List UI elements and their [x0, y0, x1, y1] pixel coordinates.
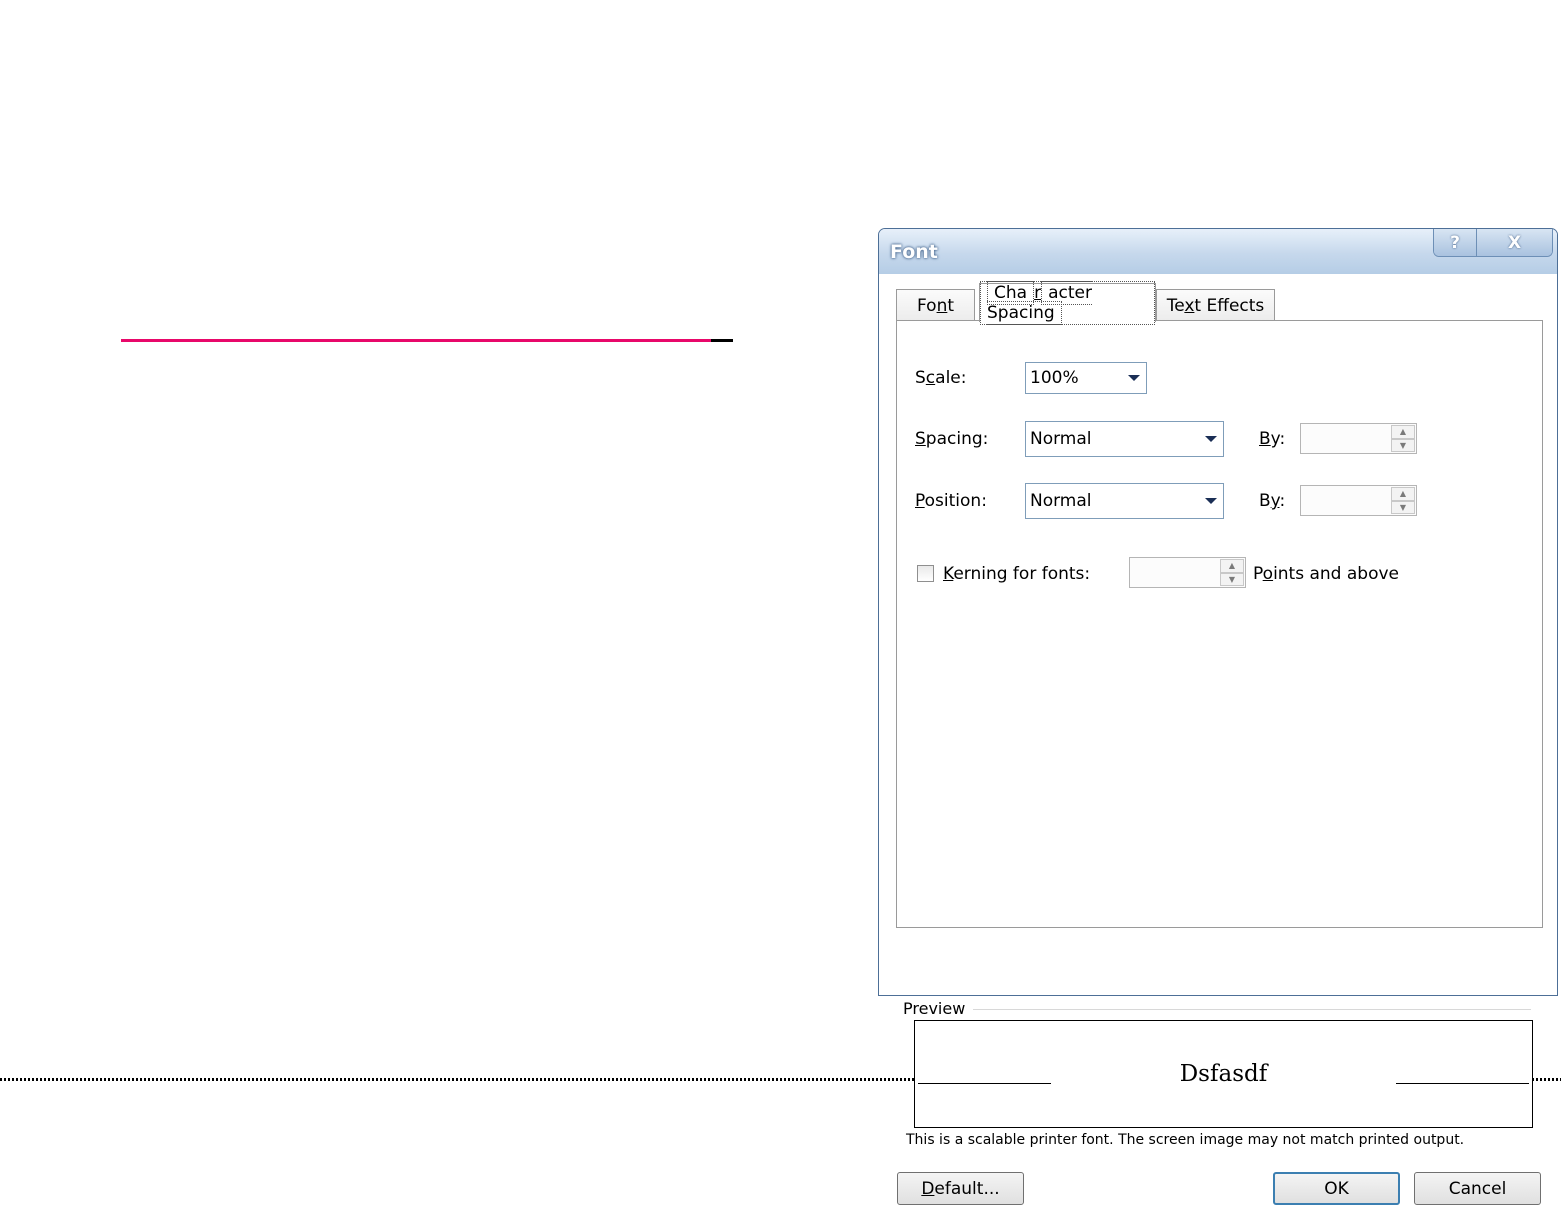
- cancel-button[interactable]: Cancel: [1414, 1172, 1541, 1205]
- preview-label: Preview: [903, 999, 974, 1018]
- close-icon: X: [1507, 232, 1522, 253]
- tab-text-effects[interactable]: Text Effects: [1156, 289, 1275, 321]
- spacing-by-stepper[interactable]: ▲ ▼: [1300, 423, 1417, 454]
- ok-button[interactable]: OK: [1273, 1172, 1400, 1205]
- position-dropdown[interactable]: Normal: [1025, 483, 1224, 519]
- position-label: Position:: [915, 491, 987, 511]
- spin-down-icon[interactable]: ▼: [1391, 438, 1415, 452]
- spin-down-icon[interactable]: ▼: [1391, 500, 1415, 514]
- spin-down-icon[interactable]: ▼: [1220, 572, 1244, 586]
- preview-divider: [903, 1009, 1531, 1010]
- default-button-label: Default...: [921, 1178, 1000, 1199]
- position-value: Normal: [1030, 491, 1092, 511]
- scale-value: 100%: [1030, 368, 1079, 388]
- scale-dropdown[interactable]: 100%: [1025, 362, 1147, 394]
- font-dialog: Font ? X Font Cha r acter Spacing Text Eff…: [878, 228, 1558, 1205]
- document-underline-end: [711, 339, 733, 342]
- scale-label: Scale:: [915, 368, 967, 388]
- spacing-label: Spacing:: [915, 429, 989, 449]
- preview-right-line: [1396, 1083, 1529, 1084]
- spin-up-icon[interactable]: ▲: [1391, 487, 1415, 501]
- preview-box: Dsfasdf: [914, 1020, 1533, 1128]
- title-buttons: ? X: [1433, 229, 1553, 257]
- tab-font[interactable]: Font: [896, 289, 975, 321]
- position-by-stepper[interactable]: ▲ ▼: [1300, 485, 1417, 516]
- character-spacing-panel: Scale: 100% Spacing: Normal By: ▲ ▼ Posit…: [896, 320, 1543, 928]
- tab-font-label: Font: [916, 295, 955, 316]
- title-bar[interactable]: Font ? X: [879, 229, 1557, 274]
- dialog-title: Font: [890, 241, 938, 263]
- dialog-client-area: Font Cha r acter Spacing Text Effects Scal…: [886, 274, 1550, 1205]
- help-icon: ?: [1450, 232, 1460, 253]
- kerning-suffix: Points and above: [1253, 564, 1400, 584]
- chevron-down-icon: [1205, 498, 1217, 504]
- spacing-value: Normal: [1030, 429, 1092, 449]
- default-button[interactable]: Default...: [897, 1172, 1024, 1205]
- kerning-checkbox[interactable]: [917, 565, 934, 582]
- spacing-by-label: By:: [1259, 429, 1286, 449]
- help-button[interactable]: ?: [1434, 229, 1477, 256]
- preview-note: This is a scalable printer font. The scr…: [906, 1132, 1465, 1148]
- close-button[interactable]: X: [1477, 229, 1552, 256]
- position-by-label: By:: [1259, 491, 1286, 511]
- kerning-label[interactable]: Kerning for fonts:: [943, 564, 1090, 584]
- tab-text-effects-label: Text Effects: [1166, 295, 1265, 316]
- tab-character-spacing-label: Cha r acter Spacing: [980, 281, 1155, 325]
- kerning-stepper[interactable]: ▲ ▼: [1129, 557, 1246, 588]
- document-underline: [121, 339, 711, 342]
- spin-up-icon[interactable]: ▲: [1391, 425, 1415, 439]
- chevron-down-icon: [1128, 375, 1140, 381]
- chevron-down-icon: [1205, 436, 1217, 442]
- tab-character-spacing[interactable]: Cha r acter Spacing: [979, 281, 1156, 325]
- spin-up-icon[interactable]: ▲: [1220, 559, 1244, 573]
- spacing-dropdown[interactable]: Normal: [1025, 421, 1224, 457]
